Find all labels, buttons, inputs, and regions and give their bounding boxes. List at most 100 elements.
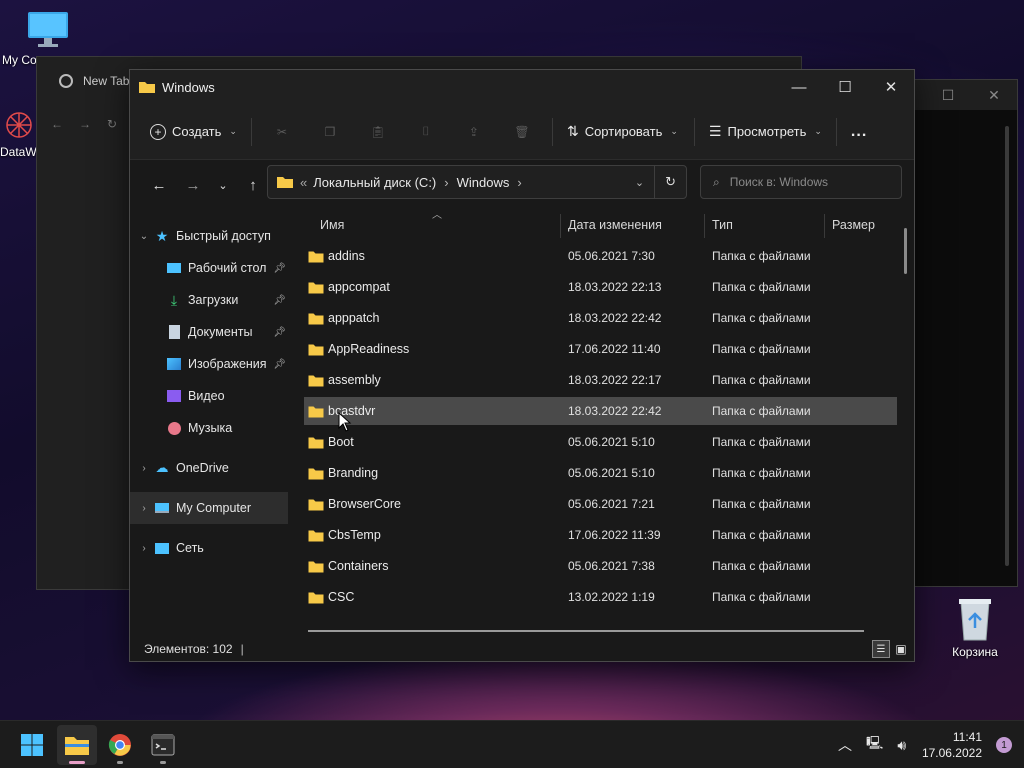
column-label: Тип: [712, 218, 733, 232]
table-row[interactable]: BrowserCore 05.06.2021 7:21 Папка с файлам…: [304, 490, 897, 518]
breadcrumb-drive[interactable]: Локальный диск (C:): [313, 175, 436, 190]
vertical-scrollbar[interactable]: [904, 228, 907, 274]
table-row[interactable]: apppatch 18.03.2022 22:42 Папка с файлами: [304, 304, 897, 332]
recent-locations-icon[interactable]: ⌄: [210, 170, 236, 200]
start-button[interactable]: [12, 725, 52, 765]
table-row[interactable]: Boot 05.06.2021 5:10 Папка с файлами: [304, 428, 897, 456]
chevron-right-icon[interactable]: ›: [134, 463, 154, 474]
paste-icon[interactable]: 📋︎: [354, 116, 402, 148]
file-date: 05.06.2021 7:38: [568, 559, 655, 573]
network-icon[interactable]: 🖳︎: [866, 734, 883, 756]
table-row[interactable]: Branding 05.06.2021 5:10 Папка с файлами: [304, 459, 897, 487]
table-row[interactable]: AppReadiness 17.06.2022 11:40 Папка с файл…: [304, 335, 897, 363]
nav-network[interactable]: › Сеть: [130, 532, 288, 564]
maximize-icon[interactable]: ☐: [925, 80, 971, 110]
create-button[interactable]: + Создать ⌄: [142, 116, 245, 148]
taskbar-chrome-button[interactable]: [100, 725, 140, 765]
up-icon[interactable]: ↑: [236, 170, 270, 200]
table-row[interactable]: assembly 18.03.2022 22:17 Папка с файлами: [304, 366, 897, 394]
table-row[interactable]: bcastdvr 18.03.2022 22:42 Папка с файлами: [304, 397, 897, 425]
system-tray: ︿ 🖳︎ 🔊︎: [838, 721, 906, 768]
column-divider[interactable]: [824, 214, 825, 238]
nav-item-videos[interactable]: Видео: [130, 380, 288, 412]
nav-label: Документы: [188, 325, 253, 339]
nav-label: My Computer: [176, 501, 252, 515]
file-date: 18.03.2022 22:13: [568, 280, 662, 294]
file-type: Папка с файлами: [712, 249, 811, 263]
address-overflow[interactable]: «: [300, 175, 307, 190]
rename-icon[interactable]: ⌷: [402, 116, 450, 148]
volume-icon[interactable]: 🔊︎: [897, 737, 906, 754]
minimize-icon[interactable]: —: [776, 70, 822, 104]
column-divider[interactable]: [560, 214, 561, 238]
table-row[interactable]: CSC 13.02.2022 1:19 Папка с файлами: [304, 583, 897, 611]
details-view-icon[interactable]: ☰: [872, 640, 890, 658]
nav-label: Загрузки: [188, 293, 239, 307]
horizontal-scrollbar[interactable]: [308, 630, 864, 632]
folder-icon: [308, 437, 324, 448]
chevron-right-icon[interactable]: ›: [134, 543, 154, 554]
delete-icon[interactable]: 🗑︎: [498, 116, 546, 148]
nav-onedrive[interactable]: › ☁ OneDrive: [130, 452, 288, 484]
terminal-scrollbar[interactable]: [1005, 126, 1009, 566]
pin-icon: 📌︎: [273, 294, 286, 306]
folder-icon: [308, 313, 324, 324]
forward-icon[interactable]: →: [79, 117, 91, 131]
table-row[interactable]: addins 05.06.2021 7:30 Папка с файлами: [304, 242, 897, 270]
address-dropdown-icon[interactable]: ⌄: [635, 176, 644, 189]
table-row[interactable]: Containers 05.06.2021 7:38 Папка с файлами: [304, 552, 897, 580]
column-header-name[interactable]: Имя: [320, 210, 560, 240]
desktop-icon-dataworks[interactable]: DataWorks: [0, 108, 38, 159]
close-icon[interactable]: ✕: [971, 80, 1017, 110]
nav-my-computer[interactable]: › My Computer: [130, 492, 288, 524]
sort-button[interactable]: ⇅ Сортировать ⌄: [559, 116, 686, 148]
nav-quick-access[interactable]: ⌄ ★ Быстрый доступ: [130, 220, 288, 252]
table-row[interactable]: CbsTemp 17.06.2022 11:39 Папка с файлами: [304, 521, 897, 549]
browser-tab-title[interactable]: New Tab: [83, 74, 129, 88]
search-field[interactable]: ⌕ Поиск в: Windows: [700, 165, 902, 199]
table-row[interactable]: appcompat 18.03.2022 22:13 Папка с файлами: [304, 273, 897, 301]
refresh-icon[interactable]: ↻: [654, 166, 686, 198]
maximize-icon[interactable]: ☐: [822, 70, 868, 104]
share-icon[interactable]: ⇪: [450, 116, 498, 148]
file-name: Branding: [328, 466, 379, 480]
nav-item-downloads[interactable]: ⤓ Загрузки 📌︎: [130, 284, 288, 316]
more-options-button[interactable]: ...: [843, 116, 875, 148]
reload-icon[interactable]: ↻: [107, 117, 117, 131]
cut-icon[interactable]: ✂: [258, 116, 306, 148]
taskbar-explorer-button[interactable]: [57, 725, 97, 765]
file-date: 17.06.2022 11:40: [568, 342, 661, 356]
item-count: Элементов: 102: [144, 642, 233, 656]
back-icon[interactable]: ←: [142, 170, 176, 200]
column-header-type[interactable]: Тип: [712, 210, 824, 240]
nav-item-desktop[interactable]: Рабочий стол 📌︎: [130, 252, 288, 284]
address-bar[interactable]: « Локальный диск (C:) › Windows › ⌄ ↻: [267, 165, 687, 199]
file-explorer-window[interactable]: Windows — ☐ ✕ + Создать ⌄ ✂ ❐ 📋︎ ⌷ ⇪ 🗑︎ …: [129, 69, 915, 662]
notification-badge[interactable]: 1: [996, 737, 1012, 753]
taskbar-terminal-button[interactable]: [143, 725, 183, 765]
copy-icon[interactable]: ❐: [306, 116, 354, 148]
column-header-size[interactable]: Размер: [832, 210, 902, 240]
close-icon[interactable]: ✕: [868, 70, 914, 104]
explorer-titlebar: Windows — ☐ ✕: [130, 70, 914, 104]
column-divider[interactable]: [704, 214, 705, 238]
column-header-date[interactable]: Дата изменения: [568, 210, 704, 240]
forward-icon[interactable]: →: [176, 170, 210, 200]
nav-label: Сеть: [176, 541, 204, 555]
breadcrumb-windows[interactable]: Windows: [457, 175, 510, 190]
mouse-cursor: [338, 412, 352, 432]
nav-item-pictures[interactable]: Изображения 📌︎: [130, 348, 288, 380]
chevron-down-icon[interactable]: ⌄: [134, 231, 154, 242]
back-icon[interactable]: ←: [51, 117, 63, 131]
desktop-icon: [166, 260, 182, 276]
chevron-up-icon[interactable]: ︿: [838, 735, 852, 755]
clock[interactable]: 11:41 17.06.2022: [922, 729, 982, 761]
chevron-right-icon[interactable]: ›: [134, 503, 154, 514]
file-date: 05.06.2021 7:30: [568, 249, 655, 263]
tiles-view-icon[interactable]: ▣: [892, 640, 910, 658]
nav-item-documents[interactable]: Документы 📌︎: [130, 316, 288, 348]
nav-item-music[interactable]: Музыка: [130, 412, 288, 444]
file-date: 17.06.2022 11:39: [568, 528, 661, 542]
view-button[interactable]: ☰ Просмотреть ⌄: [701, 116, 830, 148]
desktop-icon-recycle-bin[interactable]: Корзина: [937, 596, 1013, 659]
